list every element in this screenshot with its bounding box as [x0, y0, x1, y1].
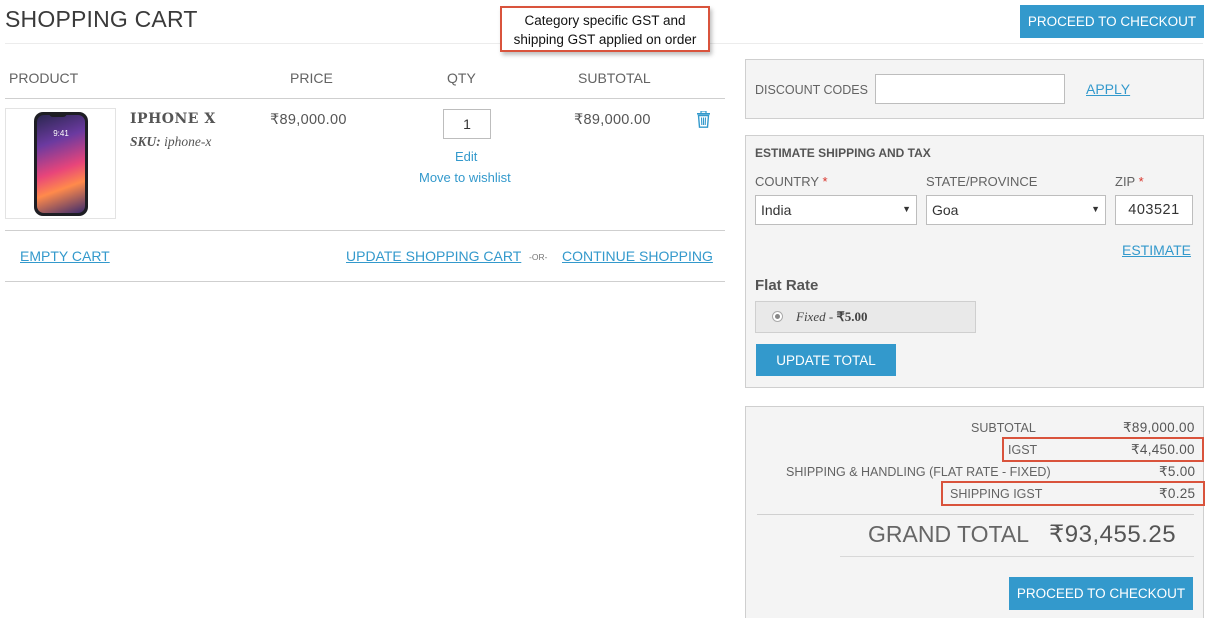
trash-icon[interactable] [696, 110, 711, 128]
shipping-handling-label: SHIPPING & HANDLING (FLAT RATE - FIXED) [786, 465, 1051, 479]
sku-value: iphone-x [164, 134, 212, 149]
zip-label: ZIP * [1115, 174, 1144, 189]
continue-shopping-link[interactable]: CONTINUE SHOPPING [562, 248, 713, 264]
estimate-link[interactable]: ESTIMATE [1122, 242, 1191, 258]
country-label: COUNTRY * [755, 174, 828, 189]
column-header-qty: QTY [447, 70, 476, 86]
update-total-button[interactable]: UPDATE TOTAL [756, 344, 896, 376]
radio-icon[interactable] [772, 311, 783, 322]
actions-divider [5, 281, 725, 282]
subtotal-value: ₹89,000.00 [1123, 420, 1195, 435]
state-label: STATE/PROVINCE [926, 174, 1038, 189]
or-separator: -OR- [529, 252, 548, 262]
required-mark: * [822, 174, 828, 189]
product-name[interactable]: IPHONE X [130, 111, 216, 127]
annotation-callout: Category specific GST and shipping GST a… [500, 6, 710, 52]
product-image[interactable]: 9:41 [5, 108, 116, 219]
edit-item-link[interactable]: Edit [455, 149, 477, 164]
phone-screen-time: 9:41 [53, 129, 69, 138]
subtotal-label: SUBTOTAL [971, 421, 1036, 435]
empty-cart-link[interactable]: EMPTY CART [20, 248, 110, 264]
grand-total-value: ₹93,455.25 [1049, 521, 1177, 548]
shipping-rate-label: Fixed - ₹5.00 [796, 309, 868, 324]
callout-line-1: Category specific GST and [524, 13, 686, 28]
table-header-divider [5, 98, 725, 99]
zip-input[interactable]: 403521 [1115, 195, 1193, 225]
quantity-input[interactable]: 1 [443, 109, 491, 139]
discount-codes-label: DISCOUNT CODES [755, 83, 868, 97]
shipping-handling-value: ₹5.00 [1159, 464, 1196, 479]
callout-line-2: shipping GST applied on order [513, 32, 697, 47]
proceed-to-checkout-button-top[interactable]: PROCEED TO CHECKOUT [1020, 5, 1204, 38]
state-select-value: Goa [932, 202, 959, 218]
apply-discount-link[interactable]: APPLY [1086, 81, 1130, 97]
dropdown-arrow-icon: ▼ [1091, 204, 1100, 214]
move-to-wishlist-link[interactable]: Move to wishlist [419, 170, 511, 185]
column-header-price: PRICE [290, 70, 333, 86]
country-select[interactable]: India ▼ [755, 195, 917, 225]
state-select[interactable]: Goa ▼ [926, 195, 1106, 225]
required-mark: * [1138, 174, 1144, 189]
igst-label: IGST [1008, 443, 1038, 457]
item-subtotal: ₹89,000.00 [574, 112, 651, 128]
phone-illustration: 9:41 [34, 112, 88, 216]
phone-screen: 9:41 [37, 115, 85, 213]
country-select-value: India [761, 202, 792, 218]
totals-divider [757, 514, 1194, 515]
dropdown-arrow-icon: ▼ [902, 204, 911, 214]
product-sku: SKU: iphone-x [130, 134, 211, 150]
estimate-shipping-title: ESTIMATE SHIPPING AND TAX [755, 146, 931, 160]
phone-notch [49, 112, 67, 117]
item-row-divider [5, 230, 725, 231]
proceed-to-checkout-button-bottom[interactable]: PROCEED TO CHECKOUT [1009, 577, 1193, 610]
grand-total-label: GRAND TOTAL [868, 521, 1030, 547]
shipping-igst-value: ₹0.25 [1159, 486, 1196, 501]
shipping-method-title: Flat Rate [755, 277, 819, 294]
sku-label: SKU: [130, 134, 161, 149]
discount-code-input[interactable] [875, 74, 1065, 104]
column-header-product: PRODUCT [9, 70, 79, 86]
grand-total-divider [840, 556, 1194, 557]
column-header-subtotal: SUBTOTAL [578, 70, 651, 86]
page-title: SHOPPING CART [5, 6, 198, 32]
igst-value: ₹4,450.00 [1131, 442, 1195, 457]
update-shopping-cart-link[interactable]: UPDATE SHOPPING CART [346, 248, 521, 264]
shipping-igst-label: SHIPPING IGST [950, 487, 1043, 501]
item-price: ₹89,000.00 [270, 112, 347, 128]
